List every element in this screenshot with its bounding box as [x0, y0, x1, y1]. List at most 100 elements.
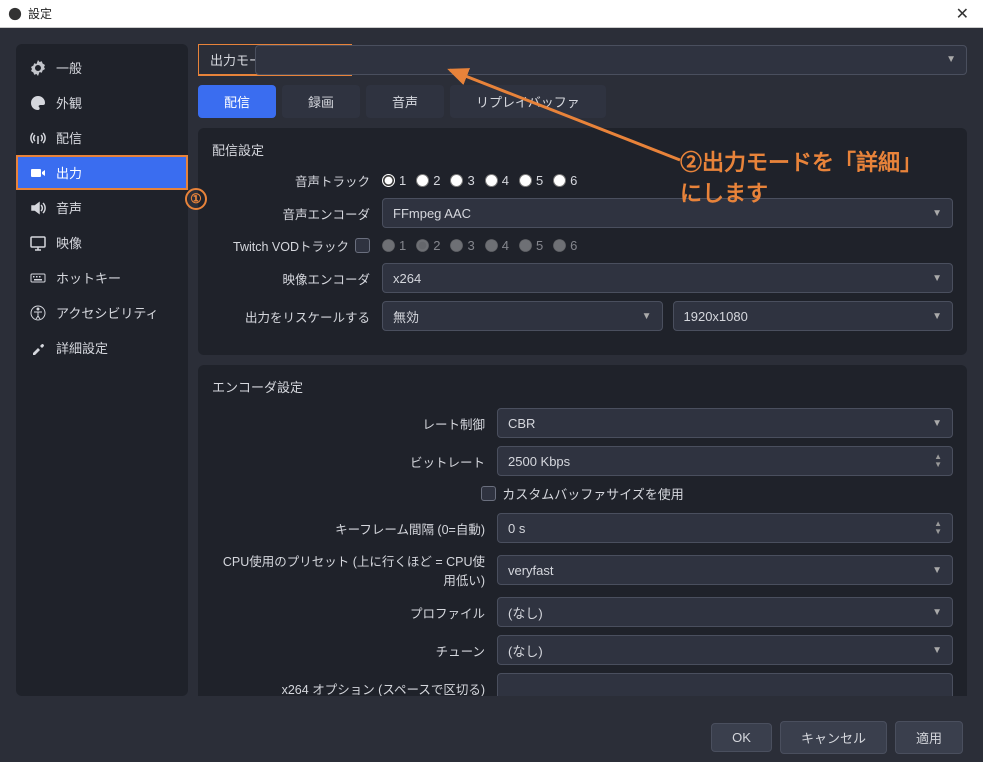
- audio-track-radios: 1 2 3 4 5 6: [382, 173, 953, 188]
- select-value: CBR: [508, 416, 535, 431]
- sidebar-item-hotkeys[interactable]: ホットキー: [16, 260, 188, 295]
- select-value: (なし): [508, 641, 543, 660]
- tab-stream[interactable]: 配信: [198, 85, 276, 118]
- tab-label: 配信: [224, 95, 250, 110]
- sidebar-item-output[interactable]: 出力: [16, 155, 188, 190]
- panel-title: 配信設定: [212, 140, 953, 159]
- keyframe-label: キーフレーム間隔 (0=自動): [212, 519, 497, 538]
- sidebar-item-appearance[interactable]: 外観: [16, 85, 188, 120]
- tools-icon: [30, 340, 46, 356]
- sidebar-item-label: 一般: [56, 58, 82, 77]
- accessibility-icon: [30, 305, 46, 321]
- select-value: veryfast: [508, 563, 554, 578]
- cancel-button[interactable]: キャンセル: [780, 721, 887, 754]
- video-encoder-select[interactable]: x264 ▼: [382, 263, 953, 293]
- custom-buffer-row: カスタムバッファサイズを使用: [212, 484, 953, 503]
- antenna-icon: [30, 130, 46, 146]
- sidebar-item-audio[interactable]: 音声: [16, 190, 188, 225]
- ok-button[interactable]: OK: [711, 723, 772, 752]
- rescale-label: 出力をリスケールする: [212, 307, 382, 326]
- keyframe-spinner[interactable]: 0 s ▲▼: [497, 513, 953, 543]
- tune-select[interactable]: (なし) ▼: [497, 635, 953, 665]
- select-value: 1920x1080: [684, 309, 748, 324]
- rescale-resolution-select[interactable]: 1920x1080 ▼: [673, 301, 954, 331]
- sidebar-item-label: 映像: [56, 233, 82, 252]
- window-title: 設定: [28, 5, 950, 22]
- sidebar-item-label: 外観: [56, 93, 82, 112]
- stream-settings-panel: 配信設定 音声トラック 1 2 3 4 5 6 音声エンコーダ FFmpeg A…: [198, 128, 967, 355]
- rescale-select[interactable]: 無効 ▼: [382, 301, 663, 331]
- content-area: 出力モード 詳細 ▼ 配信 録画 音声 リプレイバッファ 配信設定 音声トラック…: [198, 44, 967, 696]
- chevron-down-icon: ▼: [932, 311, 942, 322]
- apply-button[interactable]: 適用: [895, 721, 963, 754]
- sidebar-item-accessibility[interactable]: アクセシビリティ: [16, 295, 188, 330]
- encoder-settings-panel: エンコーダ設定 レート制御 CBR ▼ ビットレート 2500 Kbps ▲▼: [198, 365, 967, 696]
- audio-track-6[interactable]: 6: [553, 173, 577, 188]
- profile-select[interactable]: (なし) ▼: [497, 597, 953, 627]
- twitch-vod-radios: 1 2 3 4 5 6: [382, 238, 953, 253]
- sidebar-item-label: アクセシビリティ: [56, 303, 159, 322]
- monitor-icon: [30, 235, 46, 251]
- output-mode-row: 出力モード 詳細 ▼: [198, 44, 967, 75]
- cpu-preset-select[interactable]: veryfast ▼: [497, 555, 953, 585]
- custom-buffer-label: カスタムバッファサイズを使用: [502, 484, 684, 503]
- titlebar: 設定 ✕: [0, 0, 983, 28]
- sidebar-item-advanced[interactable]: 詳細設定: [16, 330, 188, 365]
- rate-control-select[interactable]: CBR ▼: [497, 408, 953, 438]
- cpu-preset-label: CPU使用のプリセット (上に行くほど = CPU使用低い): [212, 551, 497, 589]
- select-value: x264: [393, 271, 421, 286]
- vod-track-5: 5: [519, 238, 543, 253]
- output-mode-select[interactable]: ▼: [255, 45, 967, 75]
- twitch-vod-checkbox[interactable]: [355, 238, 370, 253]
- spinner-value: 2500 Kbps: [508, 454, 570, 469]
- audio-track-3[interactable]: 3: [450, 173, 474, 188]
- app-icon: [8, 7, 22, 21]
- chevron-down-icon: ▼: [932, 607, 942, 618]
- bitrate-label: ビットレート: [212, 452, 497, 471]
- speaker-icon: [30, 200, 46, 216]
- audio-track-1[interactable]: 1: [382, 173, 406, 188]
- sidebar-item-label: 詳細設定: [56, 338, 108, 357]
- sidebar-item-stream[interactable]: 配信: [16, 120, 188, 155]
- bitrate-spinner[interactable]: 2500 Kbps ▲▼: [497, 446, 953, 476]
- x264-opts-label: x264 オプション (スペースで区切る): [212, 679, 497, 697]
- sidebar-item-label: 出力: [56, 163, 82, 182]
- select-value: (なし): [508, 603, 543, 622]
- select-value: 無効: [393, 307, 419, 326]
- output-tabs: 配信 録画 音声 リプレイバッファ: [198, 85, 967, 118]
- chevron-down-icon: ▼: [932, 645, 942, 656]
- keyboard-icon: [30, 270, 46, 286]
- close-icon[interactable]: ✕: [950, 4, 975, 24]
- profile-label: プロファイル: [212, 603, 497, 622]
- panel-title: エンコーダ設定: [212, 377, 953, 396]
- chevron-down-icon: ▼: [946, 54, 956, 65]
- vod-track-4: 4: [485, 238, 509, 253]
- audio-track-5[interactable]: 5: [519, 173, 543, 188]
- audio-track-label: 音声トラック: [212, 171, 382, 190]
- spinner-buttons[interactable]: ▲▼: [934, 453, 942, 469]
- sidebar-item-general[interactable]: 一般: [16, 50, 188, 85]
- dialog-footer: OK キャンセル 適用: [0, 712, 983, 762]
- audio-track-2[interactable]: 2: [416, 173, 440, 188]
- sidebar: 一般 外観 配信 出力 音声 映像 ホットキー アクセシビリティ: [16, 44, 188, 696]
- spinner-value: 0 s: [508, 521, 525, 536]
- tab-recording[interactable]: 録画: [282, 85, 360, 118]
- twitch-vod-label: Twitch VODトラック: [233, 236, 349, 255]
- spinner-buttons[interactable]: ▲▼: [934, 520, 942, 536]
- tune-label: チューン: [212, 641, 497, 660]
- audio-track-4[interactable]: 4: [485, 173, 509, 188]
- rate-control-label: レート制御: [212, 414, 497, 433]
- audio-encoder-label: 音声エンコーダ: [212, 204, 382, 223]
- tab-label: リプレイバッファ: [476, 95, 580, 110]
- tab-label: 音声: [392, 95, 418, 110]
- sidebar-item-label: ホットキー: [56, 268, 121, 287]
- vod-track-6: 6: [553, 238, 577, 253]
- tab-audio[interactable]: 音声: [366, 85, 444, 118]
- chevron-down-icon: ▼: [642, 311, 652, 322]
- x264-opts-input[interactable]: [497, 673, 953, 696]
- sidebar-item-label: 配信: [56, 128, 82, 147]
- tab-replay-buffer[interactable]: リプレイバッファ: [450, 85, 606, 118]
- audio-encoder-select[interactable]: FFmpeg AAC ▼: [382, 198, 953, 228]
- sidebar-item-video[interactable]: 映像: [16, 225, 188, 260]
- custom-buffer-checkbox[interactable]: [481, 486, 496, 501]
